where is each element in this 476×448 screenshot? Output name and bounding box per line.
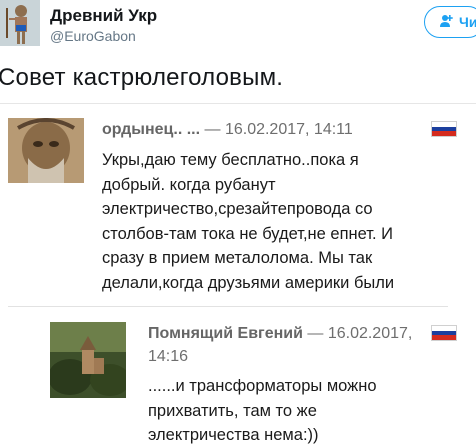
display-name[interactable]: Древний Укр bbox=[50, 6, 157, 26]
comment-avatar bbox=[8, 118, 84, 183]
follow-label: Чи bbox=[459, 14, 476, 30]
comment-date: — 16.02.2017, 14:11 bbox=[204, 121, 353, 138]
comment-line: добрый. когда рубанут bbox=[102, 175, 276, 194]
comment-line: электричества нема:)) bbox=[148, 426, 319, 444]
user-handle[interactable]: @EuroGabon bbox=[50, 28, 136, 44]
follow-button[interactable]: Чи bbox=[424, 6, 476, 38]
comment-line: сразу в прием металолома. Мы так bbox=[102, 249, 373, 267]
russia-flag-icon bbox=[432, 326, 456, 340]
comment-avatar bbox=[50, 322, 126, 398]
add-user-icon bbox=[439, 14, 453, 31]
comment-divider bbox=[8, 306, 448, 307]
comment-date: — 16.02.2017, bbox=[307, 325, 413, 342]
comment-meta: Помнящий Евгений — 16.02.2017, bbox=[148, 325, 412, 343]
comment-line: Укры,даю тему бесплатно..пока я bbox=[102, 151, 359, 169]
comment-author[interactable]: Помнящий Евгений bbox=[148, 325, 303, 342]
comment-line: электричество,срезайтепровода со bbox=[102, 200, 373, 218]
comment-meta: ордынец.. ... — 16.02.2017, 14:11 bbox=[102, 121, 353, 139]
comment-line: столбов-там тока не будет,не епнет. И bbox=[102, 224, 394, 243]
comment-line: ......и трансформаторы можно bbox=[148, 377, 377, 395]
comment-line: делали,когда друзьями америки были bbox=[102, 273, 395, 292]
tweet-media-screenshot[interactable]: ордынец.. ... — 16.02.2017, 14:11 Укры,д… bbox=[0, 103, 476, 444]
tweet-header: Древний Укр @EuroGabon Чи bbox=[0, 0, 476, 56]
comment-text: ......и трансформаторы можно прихватить,… bbox=[148, 374, 377, 448]
comment-text: Укры,даю тему бесплатно..пока я добрый. … bbox=[102, 148, 394, 295]
comment-line: прихватить, там то же bbox=[148, 401, 317, 420]
russia-flag-icon bbox=[432, 122, 456, 136]
tweet-text: Совет кастрюлеголовым. bbox=[0, 64, 284, 91]
comment-date-time: 14:16 bbox=[148, 348, 189, 365]
avatar[interactable] bbox=[0, 0, 40, 46]
comment-author[interactable]: ордынец.. ... bbox=[102, 121, 200, 138]
